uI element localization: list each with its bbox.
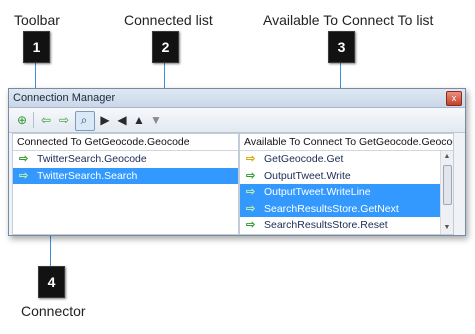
play-icon[interactable]: ▶ [97, 112, 113, 128]
available-list-header: Available To Connect To GetGeocode.Geoco… [240, 134, 453, 151]
toolbar-separator [33, 112, 34, 128]
green-arrow-icon: ⇨ [246, 186, 256, 198]
toolbar-callout-label: Toolbar [14, 12, 60, 28]
scroll-thumb[interactable] [443, 165, 452, 205]
green-arrow-icon: ⇨ [246, 202, 256, 215]
connected-item-label: TwitterSearch.Search [37, 169, 138, 182]
available-item-label: SearchResultsStore.GetNext [264, 202, 399, 215]
window-title: Connection Manager [13, 92, 116, 104]
connected-list-rows: ⇨ TwitterSearch.Geocode ⇨ TwitterSearch.Sea… [13, 151, 238, 184]
available-item-label: GetGeocode.Get [264, 153, 344, 165]
window-scroll-strip [454, 133, 463, 233]
green-arrow-icon: ⇨ [246, 219, 256, 231]
close-button[interactable]: x [446, 91, 462, 106]
available-list-callout-label: Available To Connect To list [263, 12, 434, 28]
available-item-label: OutputTweet.WriteLine [264, 186, 371, 198]
find-icon[interactable]: ⌕ [76, 112, 92, 128]
connected-list-callout-badge: 2 [152, 31, 179, 63]
available-item[interactable]: ⇨ OutputTweet.WriteLine [240, 184, 453, 201]
available-item[interactable]: ⇨ SearchResultsStore.GetNext [240, 200, 453, 217]
toolbar: ⊕ ⇦ ⇨ ⌕ ▶ ◀ ▲ ▼ [9, 108, 465, 133]
connection-manager-window: Connection Manager x ⊕ ⇦ ⇨ ⌕ ▶ ◀ ▲ ▼ Con… [8, 88, 466, 236]
connected-list: Connected To GetGeocode.Geocode ⇨ Twitter… [12, 133, 239, 235]
connected-list-callout-label: Connected list [124, 12, 213, 28]
connected-list-header: Connected To GetGeocode.Geocode [13, 134, 238, 151]
down-icon[interactable]: ▼ [148, 112, 164, 128]
available-list: Available To Connect To GetGeocode.Geoco… [239, 133, 454, 235]
green-arrow-icon: ⇨ [19, 169, 29, 182]
green-arrow-icon: ⇨ [19, 153, 29, 165]
available-list-callout-badge: 3 [328, 31, 355, 63]
available-item[interactable]: ⇨ SearchResultsStore.Reset [240, 217, 453, 234]
available-item-label: SearchResultsStore.Reset [264, 219, 388, 231]
up-icon[interactable]: ▲ [131, 112, 147, 128]
connect-left-icon[interactable]: ⇦ [38, 112, 54, 128]
available-item[interactable]: ⇨ GetGeocode.Get [240, 151, 453, 168]
connect-right-icon[interactable]: ⇨ [56, 112, 72, 128]
yellow-arrow-icon: ⇨ [246, 153, 256, 165]
add-connection-icon[interactable]: ⊕ [14, 112, 30, 128]
scroll-up-icon[interactable]: ▲ [441, 151, 453, 163]
available-list-scrollbar[interactable]: ▲ ▼ [440, 151, 453, 234]
close-icon: x [451, 93, 457, 103]
available-item-label: OutputTweet.Write [264, 169, 351, 182]
green-arrow-icon: ⇨ [246, 169, 256, 182]
connector-callout-label: Connector [21, 303, 86, 319]
toolbar-callout-badge: 1 [23, 31, 50, 63]
back-icon[interactable]: ◀ [114, 112, 130, 128]
scroll-down-icon[interactable]: ▼ [441, 222, 453, 234]
connected-item-label: TwitterSearch.Geocode [37, 153, 147, 165]
connector-callout-badge: 4 [38, 266, 65, 298]
window-titlebar: Connection Manager x [9, 89, 465, 108]
connected-item[interactable]: ⇨ TwitterSearch.Geocode [13, 151, 238, 168]
connected-item[interactable]: ⇨ TwitterSearch.Search [13, 167, 238, 184]
available-item[interactable]: ⇨ OutputTweet.Write [240, 168, 453, 185]
available-list-rows: ⇨ GetGeocode.Get ⇨ OutputTweet.Write ⇨ Output… [240, 151, 453, 234]
